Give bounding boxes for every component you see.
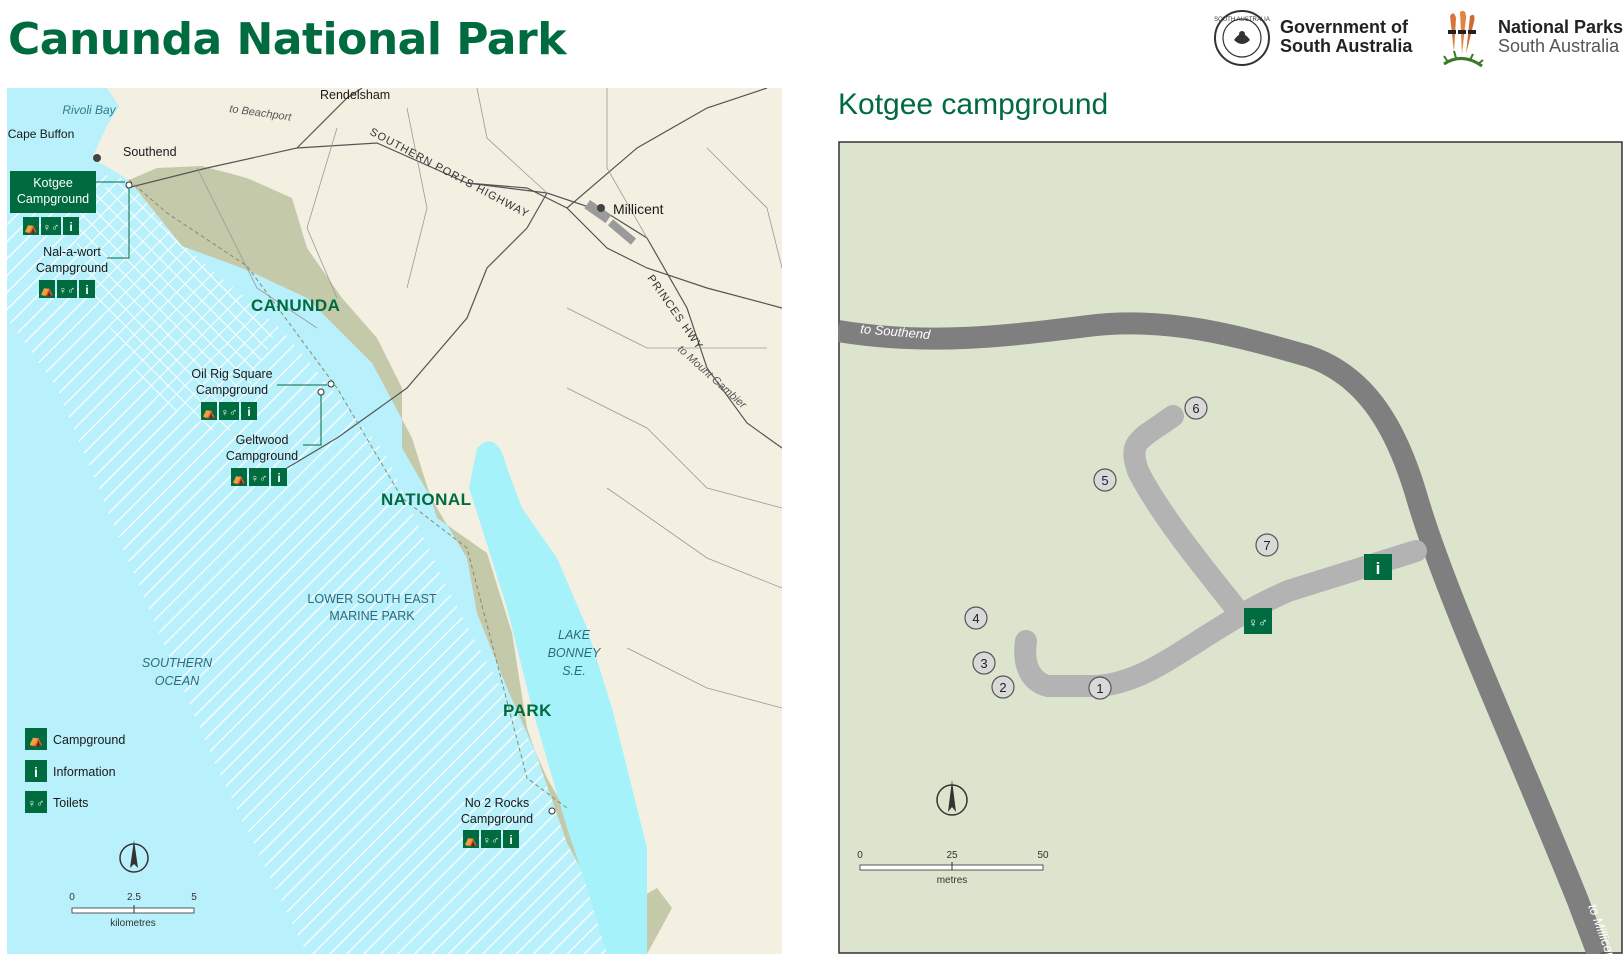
svg-text:i: i [509, 833, 512, 847]
site-1-number: 1 [1096, 681, 1103, 696]
legend-toilets-label: Toilets [53, 796, 88, 810]
svg-text:⛺: ⛺ [464, 835, 478, 847]
millicent-marker [597, 204, 605, 212]
svg-text:♀♂: ♀♂ [221, 407, 238, 419]
svg-text:⛺: ⛺ [24, 222, 38, 234]
np-logo-line1: National Parks [1498, 17, 1623, 37]
toilets-block[interactable]: ♀♂ [1244, 608, 1272, 634]
svg-text:⛺: ⛺ [29, 733, 44, 747]
site-7[interactable]: 7 [1255, 533, 1279, 557]
page-title: Canunda National Park [8, 14, 566, 65]
rendelsham-label: Rendelsham [320, 88, 390, 102]
svg-text:⛺: ⛺ [232, 473, 246, 485]
header-logos: SOUTH AUSTRALIA Government of South Aust… [1212, 8, 1623, 74]
government-logo-text: Government of South Australia [1280, 18, 1412, 56]
national-label: NATIONAL [381, 490, 472, 509]
svg-text:i: i [277, 471, 280, 485]
rivoli-bay-label: Rivoli Bay [62, 103, 116, 117]
sa-government-seal-icon: SOUTH AUSTRALIA [1214, 10, 1270, 66]
scale-unit: kilometres [110, 918, 156, 929]
oil-rig-square-label: Oil Rig Square Campground [191, 367, 273, 397]
site-2[interactable]: 2 [991, 675, 1015, 699]
svg-text:i: i [1376, 559, 1381, 578]
svg-text:i: i [34, 764, 38, 780]
svg-text:⛺: ⛺ [40, 285, 54, 297]
cape-buffon-label: Cape Buffon [8, 127, 75, 141]
site-5[interactable]: 5 [1093, 468, 1117, 492]
svg-text:i: i [85, 283, 88, 297]
canunda-label: CANUNDA [251, 296, 340, 315]
svg-text:i: i [247, 405, 250, 419]
legend-campground-label: Campground [53, 733, 125, 747]
svg-text:i: i [69, 220, 72, 234]
information-sign[interactable]: i [1364, 554, 1392, 580]
kotgee-scale-tick-2: 50 [1037, 850, 1049, 861]
kotgee-scale-tick-1: 25 [946, 850, 958, 861]
campground-kotgee-icons: ⛺ ♀♂ i [23, 217, 79, 235]
gov-logo-line2: South Australia [1280, 36, 1413, 56]
southend-marker [93, 154, 101, 162]
svg-text:♀♂: ♀♂ [1248, 615, 1268, 630]
kotgee-map-frame [838, 141, 1623, 954]
site-3[interactable]: 3 [972, 651, 996, 675]
lake-bonney-label: LAKE BONNEY S.E. [547, 628, 601, 678]
scale-tick-0: 0 [69, 892, 75, 903]
geltwood-label: Geltwood Campground [225, 433, 299, 463]
site-5-number: 5 [1101, 473, 1108, 488]
scale-tick-2: 5 [191, 892, 197, 903]
site-1[interactable]: 1 [1088, 676, 1112, 700]
site-7-number: 7 [1263, 538, 1270, 553]
national-parks-kangaroo-paw-icon [1443, 10, 1484, 68]
site-4-number: 4 [972, 611, 979, 626]
svg-text:♀♂: ♀♂ [59, 285, 76, 297]
site-3-number: 3 [980, 656, 987, 671]
southern-ocean-label: SOUTHERN OCEAN [141, 656, 213, 688]
national-parks-logo-text: National Parks South Australia [1498, 18, 1623, 56]
park-label: PARK [503, 701, 552, 720]
scale-tick-1: 2.5 [127, 892, 141, 903]
gov-logo-line1: Government of [1280, 17, 1409, 37]
svg-text:⛺: ⛺ [202, 407, 216, 419]
site-2-number: 2 [999, 680, 1006, 695]
np-logo-line2: South Australia [1498, 36, 1620, 56]
legend-information-label: Information [53, 765, 116, 779]
site-4[interactable]: 4 [964, 606, 988, 630]
site-6[interactable]: 6 [1184, 396, 1208, 420]
kotgee-scale-tick-0: 0 [857, 850, 863, 861]
nal-a-wort-label: Nal-a-wort Campground [35, 245, 109, 275]
southend-label: Southend [123, 145, 177, 159]
overview-map[interactable]: Rivoli Bay Cape Buffon Southend Rendelsh… [7, 88, 782, 954]
kotgee-title: Kotgee campground [838, 88, 1109, 121]
no2-rocks-label: No 2 Rocks Campground [460, 796, 534, 826]
millicent-label: Millicent [613, 201, 664, 217]
kotgee-map[interactable]: to Southend to Millicent i ♀♂ 1 2 3 4 5 [838, 141, 1623, 954]
svg-text:♀♂: ♀♂ [483, 835, 500, 847]
marine-park-label: LOWER SOUTH EAST MARINE PARK [307, 592, 437, 623]
svg-text:♀♂: ♀♂ [251, 473, 268, 485]
svg-text:♀♂: ♀♂ [28, 798, 45, 810]
kotgee-label: Kotgee Campground [16, 176, 90, 206]
svg-text:♀♂: ♀♂ [43, 222, 60, 234]
seal-text: SOUTH AUSTRALIA [1214, 17, 1270, 23]
site-6-number: 6 [1192, 401, 1199, 416]
kotgee-scale-unit: metres [937, 875, 968, 886]
